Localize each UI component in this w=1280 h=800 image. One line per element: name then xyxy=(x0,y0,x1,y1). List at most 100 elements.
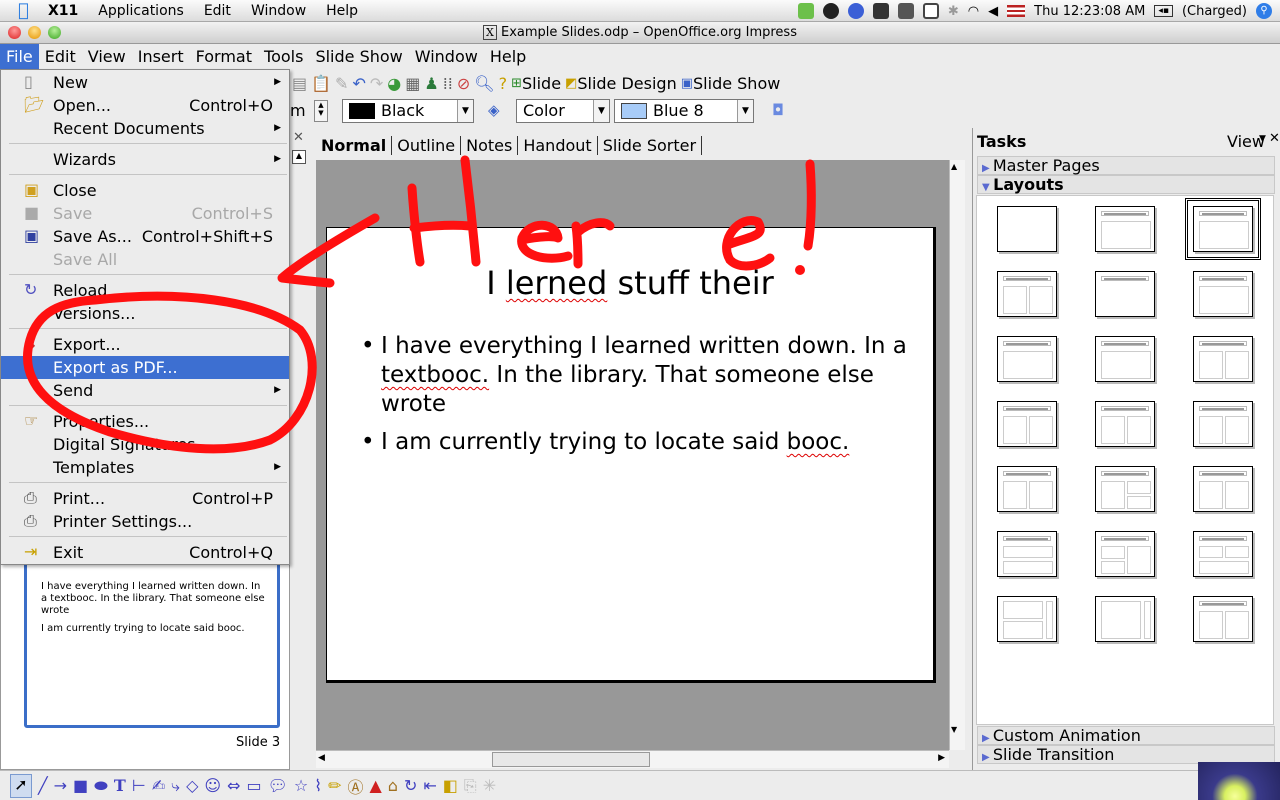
curve-tool-icon[interactable]: ✍ xyxy=(152,776,165,795)
layout-title-object-over-text[interactable] xyxy=(997,531,1057,577)
slide[interactable]: I lerned stuff their I have everything I… xyxy=(326,227,936,683)
menu-file[interactable]: File xyxy=(0,44,39,69)
window-minimize-button[interactable] xyxy=(28,26,41,39)
select-pointer-icon[interactable]: ➚ xyxy=(10,773,32,798)
paste-icon[interactable]: 📋 xyxy=(311,72,331,94)
tab-notes[interactable]: Notes xyxy=(461,135,519,155)
scroll-left-icon[interactable]: ◀ xyxy=(318,753,325,763)
line-width-spinner[interactable]: ▲ ▼ xyxy=(314,100,328,122)
file-menu-item-save-as[interactable]: ▣ Save As... Control+Shift+S xyxy=(1,225,289,248)
table-icon[interactable]: ▦ xyxy=(405,72,420,94)
file-menu-item-printer-settings[interactable]: ⎙ Printer Settings... xyxy=(1,510,289,533)
arrow-tool-icon[interactable]: → xyxy=(54,776,67,795)
layout-title-text-object[interactable] xyxy=(997,466,1057,512)
connector-tool-icon[interactable]: ⤷ xyxy=(171,776,180,796)
tab-outline[interactable]: Outline xyxy=(392,135,462,155)
penguin-icon[interactable] xyxy=(822,3,839,19)
file-menu-item-export-as-pdf[interactable]: Export as PDF... xyxy=(1,356,289,379)
layout-title-chart-and-text[interactable] xyxy=(1193,401,1253,447)
section-custom-animation[interactable]: ▶ Custom Animation xyxy=(977,726,1275,745)
file-menu-item-templates[interactable]: Templates ▶ xyxy=(1,456,289,479)
layout-title-2-objects-over-text[interactable] xyxy=(1193,531,1253,577)
slide-title[interactable]: I lerned stuff their xyxy=(327,264,933,302)
file-menu-item-wizards[interactable]: Wizards ▶ xyxy=(1,148,289,171)
redo-icon[interactable]: ↷ xyxy=(370,72,383,94)
window-close-button[interactable] xyxy=(8,26,21,39)
horizontal-scrollbar[interactable]: ◀ ▶ xyxy=(316,750,949,768)
menu-edit[interactable]: Edit xyxy=(39,44,82,69)
line-tool-icon[interactable]: ╱ xyxy=(38,776,48,795)
slide-design-button[interactable]: ◩ Slide Design xyxy=(565,72,677,94)
layout-title-content[interactable] xyxy=(1185,198,1261,260)
scroll-right-icon[interactable]: ▶ xyxy=(938,753,945,763)
stars-icon[interactable]: ☆ xyxy=(294,776,308,795)
section-master-pages[interactable]: ▶ Master Pages xyxy=(977,156,1275,175)
layout-title-slide[interactable] xyxy=(1095,271,1155,317)
copy-icon[interactable]: ▤ xyxy=(292,72,307,94)
layout-centered-text[interactable] xyxy=(1193,271,1253,317)
volume-icon[interactable]: ◀ xyxy=(988,4,998,19)
menu-view[interactable]: View xyxy=(82,44,132,69)
layout-title-table[interactable] xyxy=(1095,336,1155,382)
basic-shapes-icon[interactable]: ◇ xyxy=(186,776,198,795)
menu-format[interactable]: Format xyxy=(190,44,258,69)
layout-vertical-title-text-chart[interactable] xyxy=(997,596,1057,642)
battery-status[interactable]: (Charged) xyxy=(1182,4,1247,19)
vertical-scrollbar[interactable]: ▲ ▼ xyxy=(949,160,965,750)
gallery-icon[interactable]: ⌂ xyxy=(388,776,398,795)
layout-title-clipart-and-text[interactable] xyxy=(1193,336,1253,382)
chart-icon[interactable]: ◕ xyxy=(387,72,401,94)
menu-slide-show[interactable]: Slide Show xyxy=(309,44,408,69)
tab-slide-sorter[interactable]: Slide Sorter xyxy=(598,135,703,155)
slide-show-button[interactable]: ▣ Slide Show xyxy=(681,72,781,94)
paw-icon[interactable] xyxy=(872,3,889,19)
rotate-icon[interactable]: ↻ xyxy=(404,776,417,795)
mac-menu-edit[interactable]: Edit xyxy=(204,3,231,19)
shadow-icon[interactable]: ◘ xyxy=(772,101,784,119)
rectangle-tool-icon[interactable]: ■ xyxy=(73,776,88,795)
grid-icon[interactable]: ⁞⁞ xyxy=(443,72,453,94)
ellipse-tool-icon[interactable]: ⬬ xyxy=(94,776,108,796)
layout-title-and-2-content[interactable] xyxy=(997,271,1057,317)
clock[interactable]: Thu 12:23:08 AM xyxy=(1034,4,1145,19)
symbol-shapes-icon[interactable]: ☺ xyxy=(204,776,221,795)
layout-title-vertical-text[interactable] xyxy=(1095,596,1155,642)
arrange-icon[interactable]: ◧ xyxy=(443,776,458,795)
chat-status-icon[interactable] xyxy=(797,3,814,19)
layout-title-object-and-text[interactable] xyxy=(1193,466,1253,512)
spotlight-search-icon[interactable]: ⚲ xyxy=(1256,3,1272,19)
points-icon[interactable]: ⌇ xyxy=(314,776,322,795)
menu-window[interactable]: Window xyxy=(409,44,484,69)
navigator-icon[interactable]: ♟ xyxy=(424,72,438,94)
file-menu-item-versions[interactable]: Versions... xyxy=(1,302,289,325)
window-zoom-button[interactable] xyxy=(48,26,61,39)
file-menu-item-recent-documents[interactable]: Recent Documents ▶ xyxy=(1,117,289,140)
layout-title-chart[interactable] xyxy=(997,336,1057,382)
mac-app-name[interactable]: X11 xyxy=(48,3,78,19)
block-arrows-icon[interactable]: ⇔ xyxy=(227,776,240,795)
scroll-up-icon[interactable]: ▲ xyxy=(292,150,306,164)
help-agent-lightbulb-icon[interactable] xyxy=(1198,762,1280,800)
alignment-icon[interactable]: ⇤ xyxy=(423,776,436,795)
from-file-icon[interactable]: ▲ xyxy=(369,776,381,795)
file-menu-item-new[interactable]: ▯ New ▶ xyxy=(1,71,289,94)
file-menu-item-digital-signatures[interactable]: Digital Signatures... xyxy=(1,433,289,456)
spaces-icon[interactable] xyxy=(897,3,914,19)
battery-icon[interactable]: ◂▪ xyxy=(1154,5,1173,17)
tab-handout[interactable]: Handout xyxy=(518,135,598,155)
scroll-down-icon[interactable]: ▼ xyxy=(951,725,957,734)
file-menu-item-open[interactable]: 📂︎ Open... Control+O xyxy=(1,94,289,117)
apple-menu-icon[interactable]:  xyxy=(18,0,38,21)
bitcoin-icon[interactable] xyxy=(847,3,864,19)
mac-menu-help[interactable]: Help xyxy=(326,3,358,19)
glue-points-icon[interactable]: ✏ xyxy=(328,776,341,795)
menu-tools[interactable]: Tools xyxy=(258,44,309,69)
section-layouts[interactable]: ▼ Layouts xyxy=(977,175,1275,194)
chevron-down-icon[interactable]: ▼ xyxy=(1259,134,1266,144)
slide-thumbnail[interactable]: I have everything I learned written down… xyxy=(24,560,280,728)
us-flag-icon[interactable] xyxy=(1007,5,1026,17)
clone-format-icon[interactable]: ✎ xyxy=(335,72,348,94)
layout-title-text-and-clipart[interactable] xyxy=(1095,401,1155,447)
slides-pane-close-icon[interactable]: ✕ xyxy=(293,130,304,145)
slide-button[interactable]: ⊞ Slide xyxy=(511,72,561,94)
